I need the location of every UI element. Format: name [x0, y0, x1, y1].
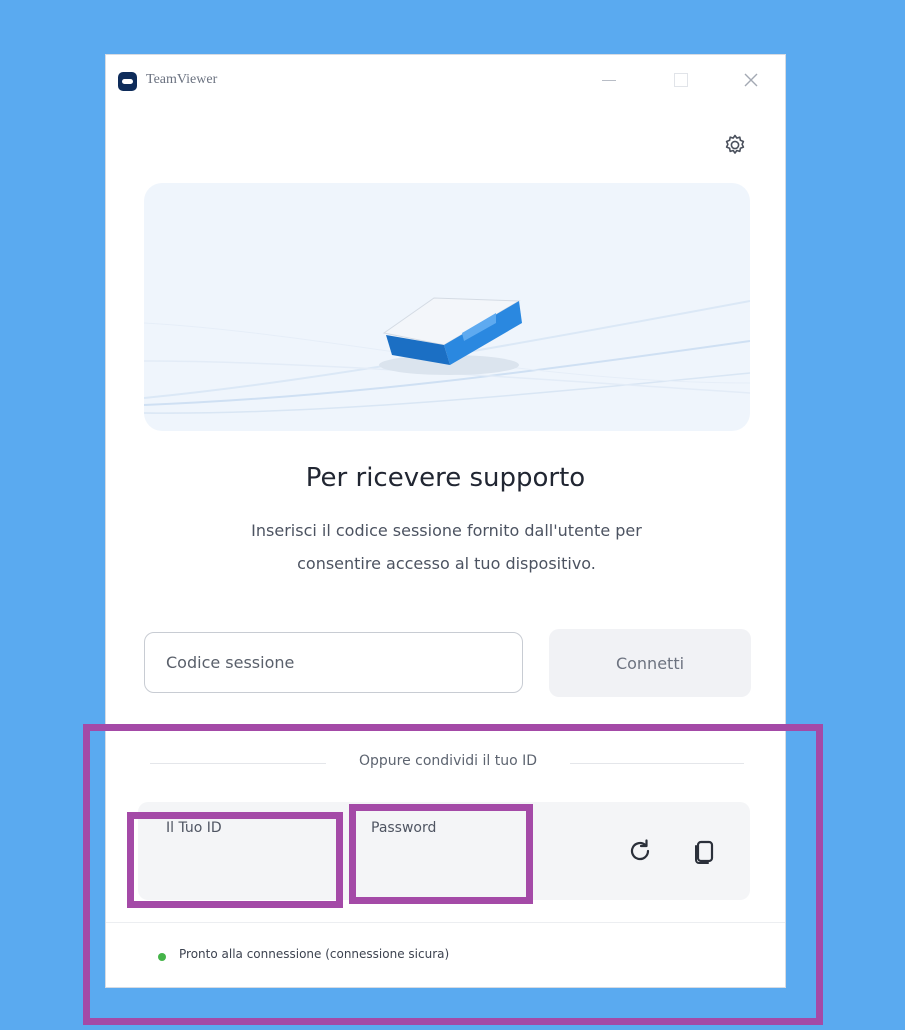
your-id-label: Il Tuo ID [166, 820, 222, 836]
status-separator [106, 922, 785, 923]
maximize-button[interactable] [661, 63, 701, 97]
divider-right [570, 763, 744, 764]
description-line-2: consentire accesso al tuo dispositivo. [297, 554, 596, 573]
page-title: Per ricevere supporto [305, 463, 586, 493]
password-label: Password [371, 820, 437, 836]
window-title: TeamViewer [146, 72, 218, 87]
description: Inserisci il codice sessione fornito dal… [186, 514, 707, 580]
copy-icon [695, 840, 714, 864]
status-indicator-icon [158, 953, 166, 961]
id-password-panel [138, 802, 750, 900]
connect-button[interactable]: Connetti [549, 629, 751, 697]
refresh-icon [630, 839, 650, 861]
laptop-illustration [144, 297, 750, 414]
gear-icon [725, 134, 745, 154]
close-button[interactable] [731, 63, 771, 97]
title-bar: TeamViewer [106, 55, 785, 105]
session-code-input[interactable] [144, 632, 523, 693]
close-icon [744, 73, 758, 87]
share-divider-label: Oppure condividi il tuo ID [358, 753, 537, 769]
settings-button[interactable] [721, 131, 749, 159]
maximize-icon [674, 73, 688, 87]
minimize-button[interactable] [589, 63, 629, 97]
refresh-password-button[interactable] [622, 833, 658, 869]
divider-left [150, 763, 326, 764]
teamviewer-logo-icon [118, 72, 137, 91]
connection-status: Pronto alla connessione (connessione sic… [179, 947, 450, 961]
copy-button[interactable] [686, 833, 722, 869]
minimize-icon [602, 79, 616, 81]
hero-banner [144, 183, 750, 431]
description-line-1: Inserisci il codice sessione fornito dal… [251, 521, 642, 540]
teamviewer-window: TeamViewer Per ricevere supporto Inseris… [105, 54, 786, 988]
